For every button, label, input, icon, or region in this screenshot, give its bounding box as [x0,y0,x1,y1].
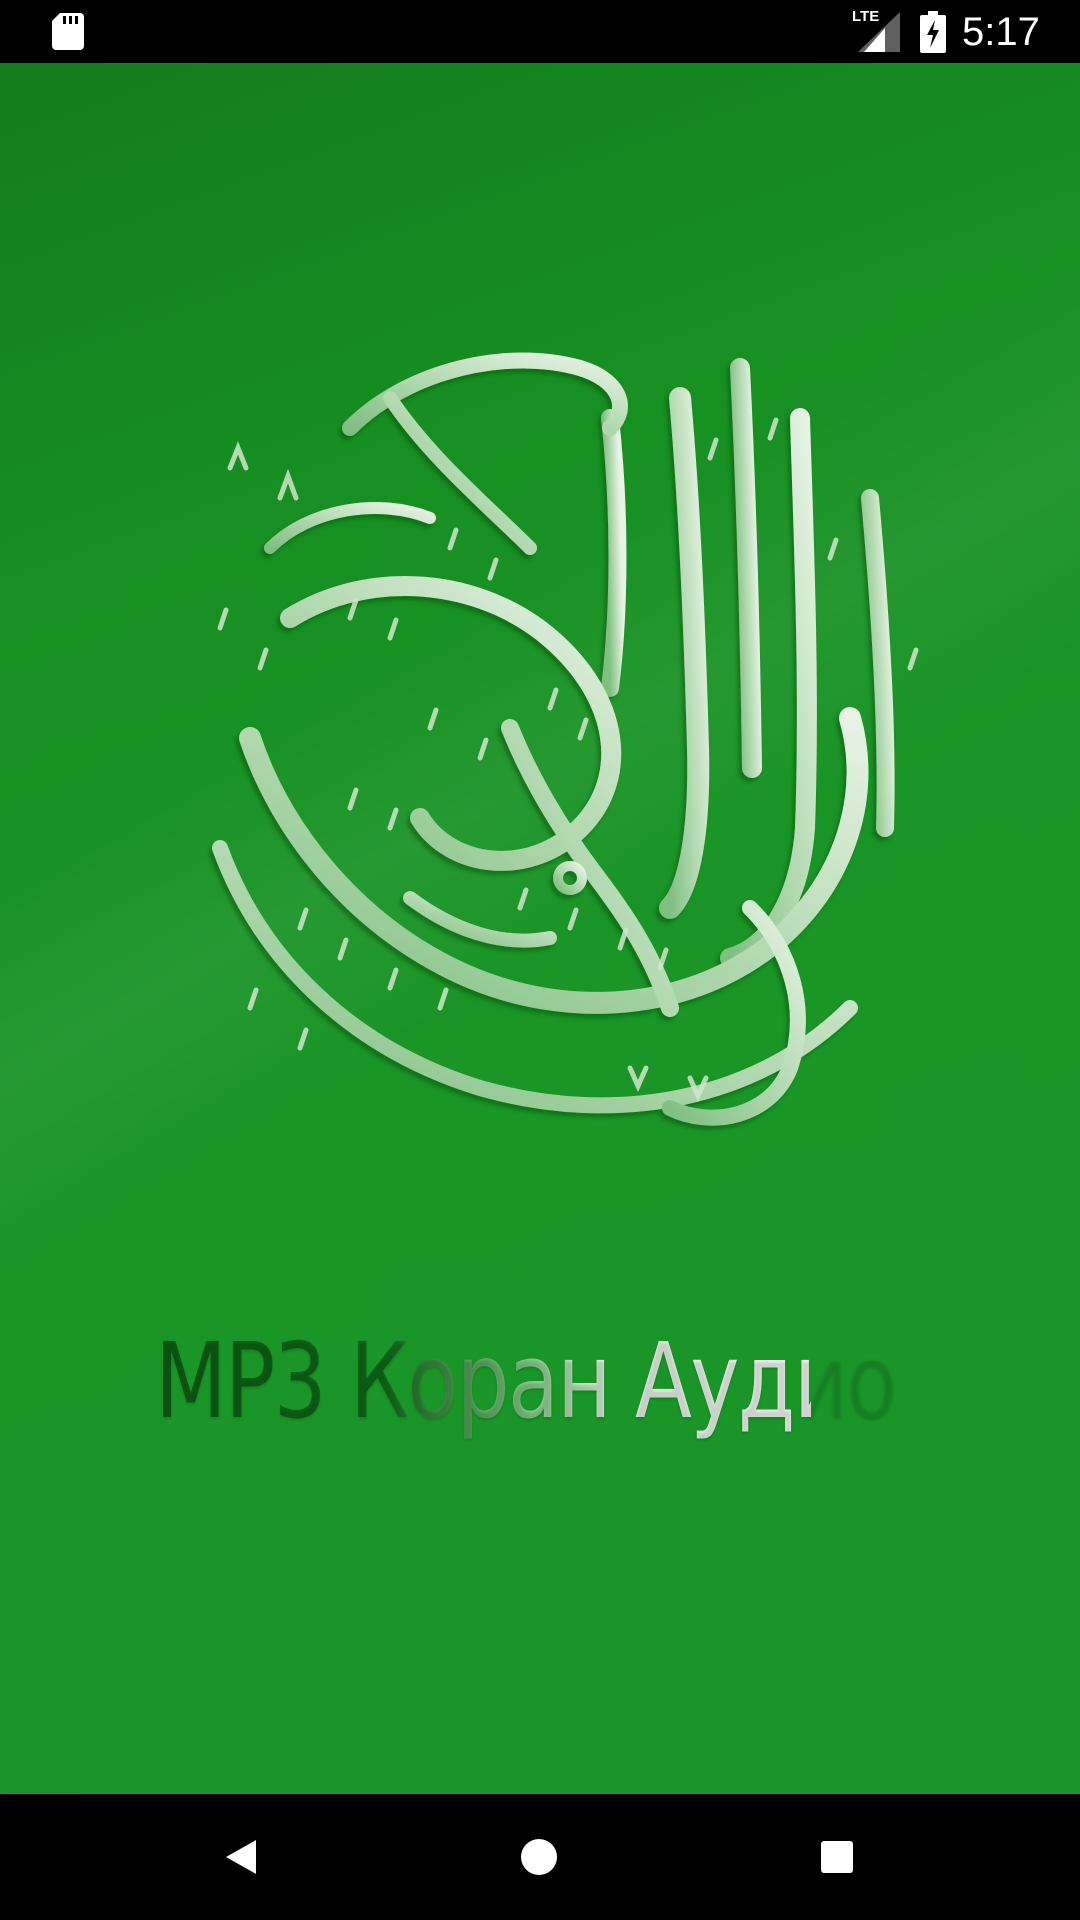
back-icon [226,1840,256,1874]
sd-card-icon [52,13,84,50]
splash-screen: LTE 5:17 MP3 Коран Аудио [0,0,1080,1920]
status-time: 5:17 [962,10,1040,54]
splash-background: MP3 Коран Аудио [0,63,1080,1794]
back-button[interactable] [206,1822,276,1892]
recents-icon [821,1841,853,1873]
battery-charging-icon [920,11,946,53]
home-icon [521,1839,557,1875]
home-button[interactable] [504,1822,574,1892]
app-title: MP3 Коран Аудио [155,1316,897,1446]
recents-button[interactable] [802,1822,872,1892]
status-bar: LTE 5:17 [0,0,1080,63]
quran-calligraphy-logo [212,352,919,1126]
navigation-bar [0,1794,1080,1920]
network-type-label: LTE [852,8,880,25]
